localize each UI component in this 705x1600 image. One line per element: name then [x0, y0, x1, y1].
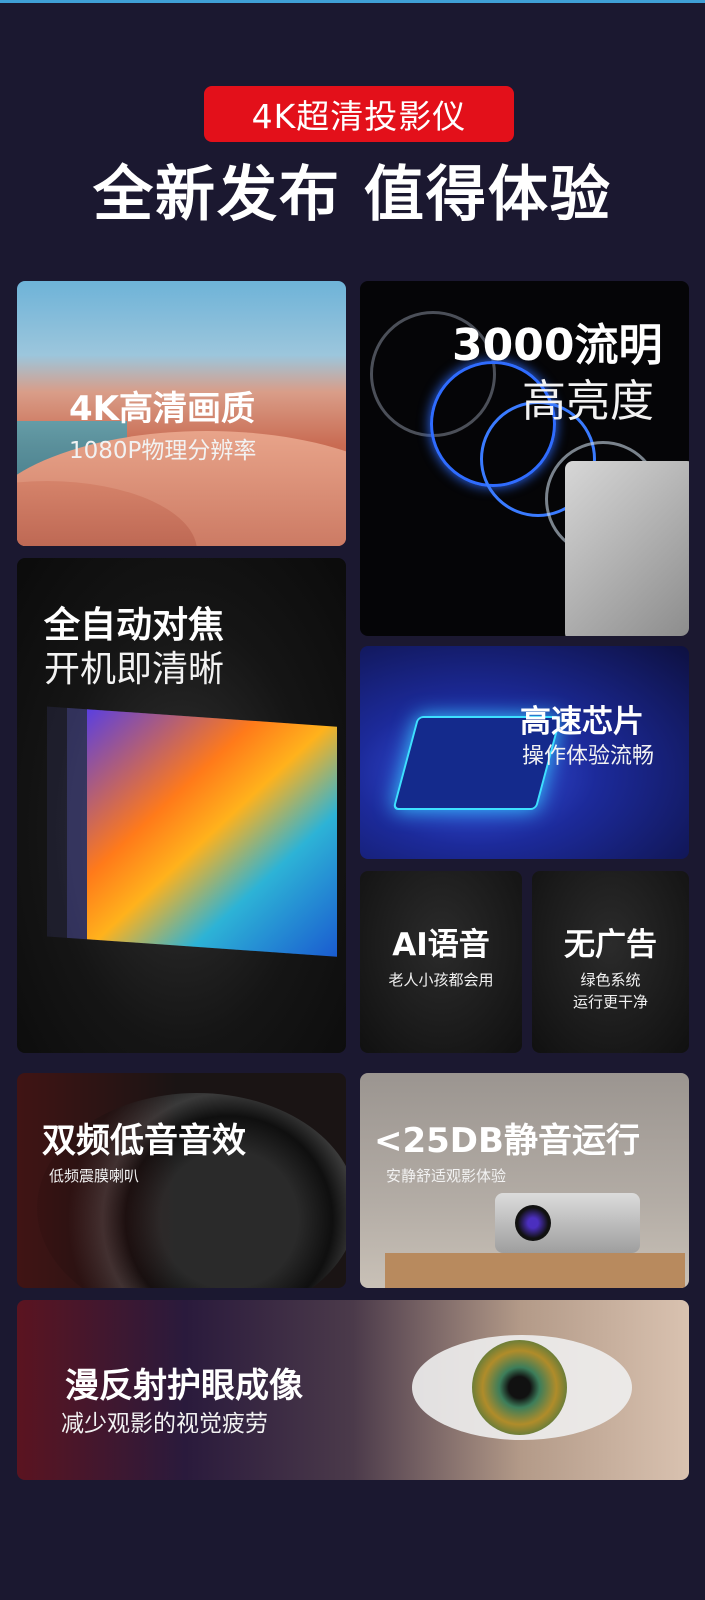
feature-card-noads: 无广告 绿色系统 运行更干净: [532, 871, 689, 1053]
iris-image: [472, 1340, 567, 1435]
feature-card-chip: 高速芯片 操作体验流畅: [360, 646, 689, 859]
noads-title: 无广告: [564, 927, 657, 963]
voice-title: AI语音: [392, 927, 490, 963]
noads-subtitle-line2: 运行更干净: [572, 993, 648, 1011]
feature-card-voice: AI语音 老人小孩都会用: [360, 871, 522, 1053]
feature-card-audio: 双频低音音效 低频震膜喇叭: [17, 1073, 346, 1288]
product-badge: 4K超清投影仪: [204, 86, 514, 142]
feature-card-autofocus: 全自动对焦 开机即清晰: [17, 558, 346, 1053]
projector-body-image: [565, 461, 689, 636]
quiet-subtitle: 安静舒适观影体验: [386, 1167, 507, 1185]
chip-subtitle: 操作体验流畅: [522, 744, 655, 769]
noads-subtitle-line1: 绿色系统: [580, 971, 641, 989]
eyecare-subtitle: 减少观影的视觉疲劳: [61, 1411, 268, 1437]
feature-card-brightness: 3000流明 高亮度: [360, 281, 689, 636]
projector-image: [495, 1193, 640, 1253]
voice-subtitle: 老人小孩都会用: [388, 971, 494, 989]
screen-image: [87, 709, 337, 957]
audio-title: 双频低音音效: [42, 1121, 246, 1161]
lens-image: [515, 1205, 551, 1241]
top-accent-line: [0, 0, 705, 3]
feature-card-eyecare: 漫反射护眼成像 减少观影的视觉疲劳: [17, 1300, 689, 1480]
resolution-subtitle: 1080P物理分辨率: [69, 438, 257, 464]
autofocus-subtitle: 开机即清晰: [44, 649, 225, 690]
cabinet-image: [385, 1253, 685, 1288]
page-headline: 全新发布 值得体验: [93, 160, 612, 230]
audio-subtitle: 低频震膜喇叭: [49, 1167, 140, 1185]
brightness-title: 3000流明: [452, 320, 663, 371]
badge-label: 4K超清投影仪: [251, 97, 467, 136]
eyecare-title: 漫反射护眼成像: [65, 1366, 303, 1406]
feature-card-quiet: <25DB静音运行 安静舒适观影体验: [360, 1073, 689, 1288]
resolution-title: 4K高清画质: [69, 389, 256, 429]
brightness-subtitle: 高亮度: [522, 376, 654, 427]
quiet-title: <25DB静音运行: [374, 1121, 640, 1161]
chip-title: 高速芯片: [520, 704, 644, 740]
feature-card-resolution: 4K高清画质 1080P物理分辨率: [17, 281, 346, 546]
